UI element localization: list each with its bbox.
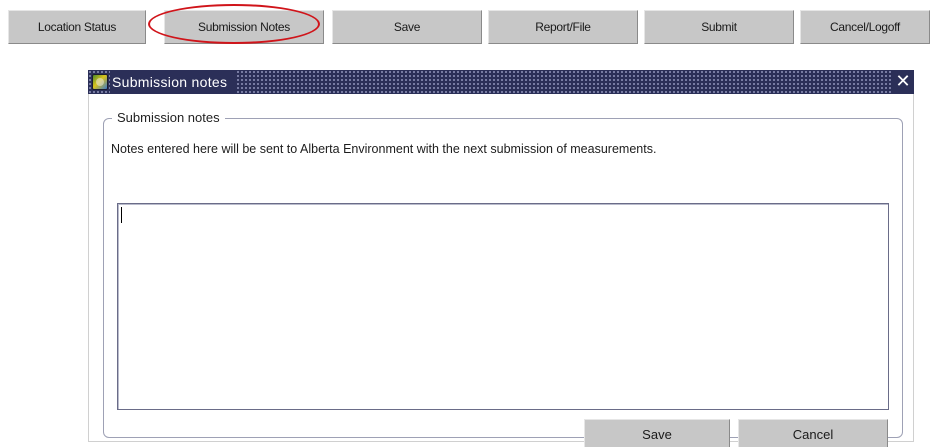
submission-notes-group: Submission notes Notes entered here will… bbox=[103, 110, 903, 447]
submission-notes-button[interactable]: Submission Notes bbox=[164, 10, 324, 44]
group-label: Submission notes bbox=[112, 110, 225, 126]
instructions-text: Notes entered here will be sent to Alber… bbox=[111, 142, 657, 156]
screen: Location Status Submission Notes Save Re… bbox=[0, 0, 936, 447]
text-caret bbox=[121, 207, 122, 223]
top-toolbar: Location Status Submission Notes Save Re… bbox=[8, 10, 930, 44]
dialog-titlebar[interactable]: Submission notes ✕ bbox=[88, 70, 914, 94]
submit-button[interactable]: Submit bbox=[644, 10, 794, 44]
app-icon bbox=[92, 74, 108, 90]
cancel-logoff-button[interactable]: Cancel/Logoff bbox=[800, 10, 930, 44]
dialog-body: Submission notes Notes entered here will… bbox=[88, 94, 914, 447]
notes-textarea[interactable] bbox=[117, 203, 889, 410]
submission-notes-dialog: Submission notes ✕ Submission notes Note… bbox=[88, 70, 914, 447]
report-file-button[interactable]: Report/File bbox=[488, 10, 638, 44]
save-button[interactable]: Save bbox=[332, 10, 482, 44]
close-icon[interactable]: ✕ bbox=[892, 70, 914, 94]
dialog-cancel-button[interactable]: Cancel bbox=[738, 419, 888, 447]
dialog-title: Submission notes bbox=[110, 70, 236, 94]
location-status-button[interactable]: Location Status bbox=[8, 10, 146, 44]
dialog-save-button[interactable]: Save bbox=[584, 419, 730, 447]
